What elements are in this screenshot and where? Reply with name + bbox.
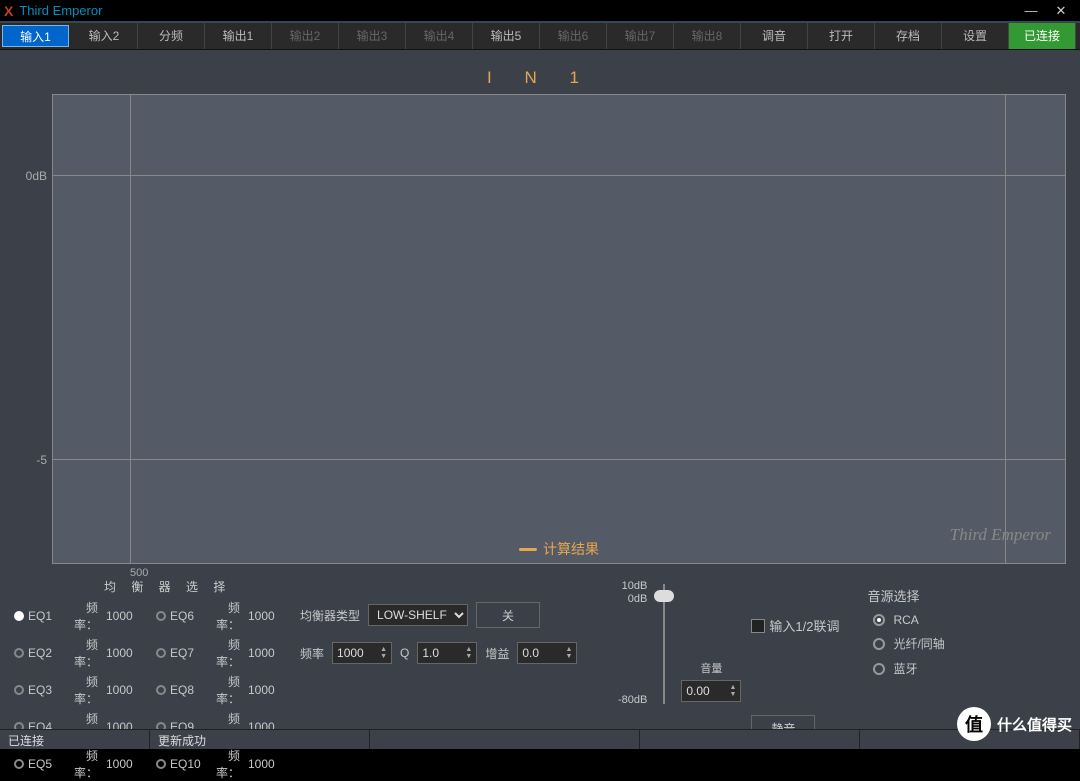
tab-open[interactable]: 打开 bbox=[808, 23, 875, 49]
source-title: 音源选择 bbox=[867, 586, 944, 605]
volume-panel: 10dB 0dB -80dB 音量 0.00▲▼ 输入1/2联调 静音 bbox=[615, 578, 839, 781]
eq-select-panel: 均 衡 器 选 择 EQ1频率：1000EQ2频率：1000EQ3频率：1000… bbox=[14, 578, 280, 781]
q-spinner[interactable]: 1.0▲▼ bbox=[417, 642, 477, 664]
tab-xover[interactable]: 分频 bbox=[138, 23, 205, 49]
tab-out5[interactable]: 输出5 bbox=[473, 23, 540, 49]
source-option-rca[interactable]: RCA bbox=[867, 613, 944, 627]
volume-slider[interactable] bbox=[657, 584, 671, 704]
freq-spinner[interactable]: 1000▲▼ bbox=[332, 642, 392, 664]
radio-icon bbox=[873, 663, 885, 675]
radio-icon bbox=[14, 759, 24, 769]
tab-set[interactable]: 设置 bbox=[942, 23, 1009, 49]
minimize-button[interactable]: — bbox=[1016, 1, 1046, 21]
tab-out3: 输出3 bbox=[339, 23, 406, 49]
status-message: 更新成功 bbox=[150, 730, 370, 749]
eq-row-eq3[interactable]: EQ3频率：1000 bbox=[14, 673, 138, 707]
eq-off-button[interactable]: 关 bbox=[476, 602, 540, 628]
eq-row-eq1[interactable]: EQ1频率：1000 bbox=[14, 599, 138, 633]
volume-label: 音量 bbox=[700, 660, 722, 676]
freq-label: 频率 bbox=[300, 645, 324, 662]
radio-icon bbox=[14, 611, 24, 621]
tab-out2: 输出2 bbox=[272, 23, 339, 49]
eq-param-panel: 均衡器类型 LOW-SHELF 关 频率 1000▲▼ Q 1.0▲▼ 增益 0… bbox=[300, 578, 577, 781]
radio-icon bbox=[873, 614, 885, 626]
source-panel: 音源选择 RCA 光纤/同轴蓝牙 bbox=[867, 578, 944, 781]
eq-type-select[interactable]: LOW-SHELF bbox=[368, 604, 468, 626]
tab-tune[interactable]: 调音 bbox=[741, 23, 808, 49]
y-tick-0db: 0dB bbox=[15, 169, 47, 183]
y-tick-neg5: -5 bbox=[15, 453, 47, 467]
tab-out7: 输出7 bbox=[607, 23, 674, 49]
eq-row-eq2[interactable]: EQ2频率：1000 bbox=[14, 636, 138, 670]
x-tick-500: 500 bbox=[130, 567, 148, 579]
volume-scale: 10dB 0dB -80dB bbox=[615, 580, 647, 706]
controls-band: 均 衡 器 选 择 EQ1频率：1000EQ2频率：1000EQ3频率：1000… bbox=[14, 578, 1066, 781]
app-logo: X bbox=[4, 3, 13, 19]
radio-icon bbox=[14, 685, 24, 695]
badge-icon: 值 bbox=[957, 707, 991, 741]
tab-out8: 输出8 bbox=[674, 23, 741, 49]
tab-out1[interactable]: 输出1 bbox=[205, 23, 272, 49]
title-bar: X Third Emperor — ✕ bbox=[0, 0, 1080, 22]
app-title: Third Emperor bbox=[19, 3, 102, 18]
tab-bar: 输入1输入2分频输出1输出2输出3输出4输出5输出6输出7输出8调音打开存档设置… bbox=[0, 22, 1080, 50]
source-option-bt[interactable]: 蓝牙 bbox=[867, 660, 944, 677]
checkbox-icon bbox=[751, 619, 765, 633]
radio-icon bbox=[156, 611, 166, 621]
link-input-checkbox[interactable]: 输入1/2联调 bbox=[751, 616, 839, 635]
tab-in2[interactable]: 输入2 bbox=[71, 23, 138, 49]
tab-save[interactable]: 存档 bbox=[875, 23, 942, 49]
status-connection: 已连接 bbox=[0, 730, 150, 749]
tab-conn[interactable]: 已连接 bbox=[1009, 23, 1076, 49]
eq-row-eq5[interactable]: EQ5频率：1000 bbox=[14, 747, 138, 781]
main-panel: I N 1 0dB -5 500 计算结果 Third Emperor 均 衡 … bbox=[0, 50, 1080, 729]
gain-spinner[interactable]: 0.0▲▼ bbox=[517, 642, 577, 664]
eq-chart[interactable]: 0dB -5 500 计算结果 Third Emperor bbox=[52, 94, 1066, 564]
chart-title: I N 1 bbox=[14, 64, 1066, 94]
chart-legend: 计算结果 bbox=[519, 539, 599, 559]
tab-out4: 输出4 bbox=[406, 23, 473, 49]
volume-spinner[interactable]: 0.00▲▼ bbox=[681, 680, 741, 702]
tab-in1[interactable]: 输入1 bbox=[2, 25, 69, 47]
radio-icon bbox=[156, 759, 166, 769]
radio-icon bbox=[14, 648, 24, 658]
gain-label: 增益 bbox=[485, 645, 509, 662]
eq-row-eq10[interactable]: EQ10频率：1000 bbox=[156, 747, 280, 781]
watermark-text: Third Emperor bbox=[950, 525, 1051, 545]
status-bar: 已连接 更新成功 bbox=[0, 729, 1080, 749]
eq-select-title: 均 衡 器 选 择 bbox=[104, 578, 280, 595]
site-watermark: 值 什么值得买 bbox=[957, 707, 1072, 741]
eq-row-eq6[interactable]: EQ6频率：1000 bbox=[156, 599, 280, 633]
close-button[interactable]: ✕ bbox=[1046, 1, 1076, 21]
eq-type-label: 均衡器类型 bbox=[300, 607, 360, 624]
radio-icon bbox=[156, 685, 166, 695]
radio-icon bbox=[873, 638, 885, 650]
tab-out6: 输出6 bbox=[540, 23, 607, 49]
q-label: Q bbox=[400, 646, 409, 660]
eq-row-eq7[interactable]: EQ7频率：1000 bbox=[156, 636, 280, 670]
source-option-optical[interactable]: 光纤/同轴 bbox=[867, 635, 944, 652]
eq-row-eq8[interactable]: EQ8频率：1000 bbox=[156, 673, 280, 707]
radio-icon bbox=[156, 648, 166, 658]
